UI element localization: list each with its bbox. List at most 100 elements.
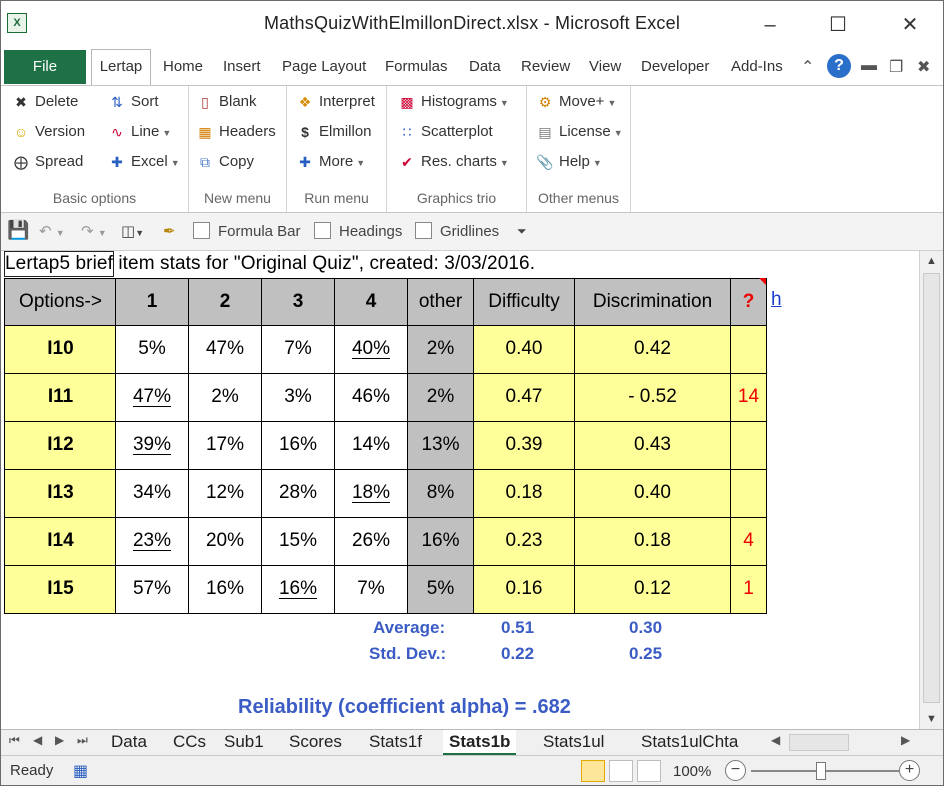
redo-icon[interactable]: ↷ ▼ — [81, 222, 107, 240]
vertical-scrollbar[interactable]: ▲ ▼ — [919, 251, 943, 729]
flag-value[interactable] — [730, 470, 767, 518]
formula-bar-toggle[interactable]: Formula Bar — [193, 222, 301, 240]
scatterplot-button[interactable]: ∷ Scatterplot — [397, 121, 493, 143]
item-id[interactable]: I11 — [4, 374, 116, 422]
maximize-icon[interactable]: ☐ — [815, 7, 861, 43]
option-1-pct[interactable]: 23% — [115, 518, 188, 566]
discrimination-value[interactable]: 0.18 — [574, 518, 730, 566]
more-button[interactable]: ✚ More ▼ — [295, 151, 365, 173]
discrimination-value[interactable]: 0.42 — [574, 326, 730, 374]
option-4-pct[interactable]: 7% — [334, 566, 407, 614]
tab-file[interactable]: File — [4, 50, 86, 84]
prev-sheet-icon[interactable]: ◀ — [33, 733, 42, 747]
next-sheet-icon[interactable]: ▶ — [55, 733, 64, 747]
help-link[interactable]: h — [771, 289, 782, 311]
zoom-level[interactable]: 100% — [673, 763, 711, 780]
ribbon-collapse-icon[interactable]: ⌃ — [801, 57, 814, 77]
option-2-pct[interactable]: 2% — [188, 374, 261, 422]
option-1-pct[interactable]: 5% — [115, 326, 188, 374]
difficulty-value[interactable]: 0.39 — [473, 422, 574, 470]
option-1-pct[interactable]: 57% — [115, 566, 188, 614]
help-button[interactable]: 📎 Help ▼ — [535, 151, 602, 173]
difficulty-value[interactable]: 0.47 — [473, 374, 574, 422]
sheet-tab-stats1b[interactable]: Stats1b — [443, 730, 517, 755]
sheet-tab-sub1[interactable]: Sub1 — [218, 730, 270, 755]
page-layout-view-button[interactable] — [609, 760, 633, 782]
option-3-pct[interactable]: 28% — [261, 470, 334, 518]
zoom-in-icon[interactable]: + — [899, 760, 920, 781]
tab-lertap[interactable]: Lertap — [91, 49, 151, 85]
macro-record-icon[interactable]: ▦ — [73, 761, 88, 781]
option-4-pct[interactable]: 46% — [334, 374, 407, 422]
version-button[interactable]: ☺ Version — [11, 121, 85, 143]
workbook-minimize-icon[interactable]: ▬ — [861, 57, 877, 75]
flag-value[interactable]: 14 — [730, 374, 767, 422]
workbook-restore-icon[interactable]: ❐ — [889, 57, 903, 77]
tab-review[interactable]: Review — [521, 58, 570, 75]
discrimination-value[interactable]: 0.40 — [574, 470, 730, 518]
delete-button[interactable]: ✖ Delete — [11, 91, 78, 113]
option-3-pct[interactable]: 3% — [261, 374, 334, 422]
other-pct[interactable]: 8% — [407, 470, 473, 518]
normal-view-button[interactable] — [581, 760, 605, 782]
horizontal-scrollbar[interactable]: ◀ ▶ — [761, 733, 937, 752]
discrimination-value[interactable]: 0.43 — [574, 422, 730, 470]
last-sheet-icon[interactable]: ⏭ — [77, 733, 88, 748]
difficulty-value[interactable]: 0.16 — [473, 566, 574, 614]
scroll-thumb[interactable] — [789, 734, 849, 751]
option-1-pct[interactable]: 34% — [115, 470, 188, 518]
close-icon[interactable]: ✕ — [887, 7, 933, 43]
spread-button[interactable]: ⨁ Spread — [11, 151, 83, 173]
other-pct[interactable]: 16% — [407, 518, 473, 566]
option-1-pct[interactable]: 47% — [115, 374, 188, 422]
save-icon[interactable]: 💾 — [7, 220, 29, 241]
sheet-tab-data[interactable]: Data — [105, 730, 153, 755]
res-charts-button[interactable]: ✔ Res. charts ▼ — [397, 151, 509, 173]
flag-value[interactable] — [730, 422, 767, 470]
tab-developer[interactable]: Developer — [641, 58, 709, 75]
discrimination-value[interactable]: 0.12 — [574, 566, 730, 614]
sheet-tab-scores[interactable]: Scores — [283, 730, 348, 755]
option-2-pct[interactable]: 16% — [188, 566, 261, 614]
option-2-pct[interactable]: 17% — [188, 422, 261, 470]
scroll-right-icon[interactable]: ▶ — [901, 733, 910, 747]
excel-button[interactable]: ✚ Excel ▼ — [107, 151, 179, 173]
flag-value[interactable] — [730, 326, 767, 374]
interpret-button[interactable]: ❖ Interpret — [295, 91, 375, 113]
zoom-out-icon[interactable]: − — [725, 760, 746, 781]
option-3-pct[interactable]: 16% — [261, 422, 334, 470]
other-pct[interactable]: 2% — [407, 374, 473, 422]
scroll-up-icon[interactable]: ▲ — [920, 255, 943, 267]
scroll-left-icon[interactable]: ◀ — [771, 733, 780, 747]
tab-view[interactable]: View — [589, 58, 621, 75]
zoom-slider-thumb[interactable] — [816, 762, 826, 780]
option-4-pct[interactable]: 40% — [334, 326, 407, 374]
option-1-pct[interactable]: 39% — [115, 422, 188, 470]
sheet-tab-stats1f[interactable]: Stats1f — [363, 730, 428, 755]
elmillon-button[interactable]: $ Elmillon — [295, 121, 371, 143]
item-id[interactable]: I10 — [4, 326, 116, 374]
item-id[interactable]: I13 — [4, 470, 116, 518]
copy-button[interactable]: ⧉ Copy — [195, 151, 254, 173]
tab-page-layout[interactable]: Page Layout — [282, 58, 366, 75]
other-pct[interactable]: 5% — [407, 566, 473, 614]
discrimination-value[interactable]: - 0.52 — [574, 374, 730, 422]
option-3-pct[interactable]: 15% — [261, 518, 334, 566]
help-icon[interactable]: ? — [827, 54, 851, 78]
workbook-close-icon[interactable]: ✖ — [917, 57, 930, 77]
move-plus-button[interactable]: ⚙ Move+ ▼ — [535, 91, 617, 113]
sheet-tab-stats1ul[interactable]: Stats1ul — [537, 730, 610, 755]
flag-value[interactable]: 4 — [730, 518, 767, 566]
item-id[interactable]: I12 — [4, 422, 116, 470]
option-2-pct[interactable]: 47% — [188, 326, 261, 374]
page-break-view-button[interactable] — [637, 760, 661, 782]
option-2-pct[interactable]: 20% — [188, 518, 261, 566]
histograms-button[interactable]: ▩ Histograms ▼ — [397, 91, 508, 113]
option-4-pct[interactable]: 26% — [334, 518, 407, 566]
difficulty-value[interactable]: 0.23 — [473, 518, 574, 566]
sort-button[interactable]: ⇅ Sort — [107, 91, 158, 113]
difficulty-value[interactable]: 0.40 — [473, 326, 574, 374]
option-4-pct[interactable]: 18% — [334, 470, 407, 518]
option-4-pct[interactable]: 14% — [334, 422, 407, 470]
other-pct[interactable]: 13% — [407, 422, 473, 470]
